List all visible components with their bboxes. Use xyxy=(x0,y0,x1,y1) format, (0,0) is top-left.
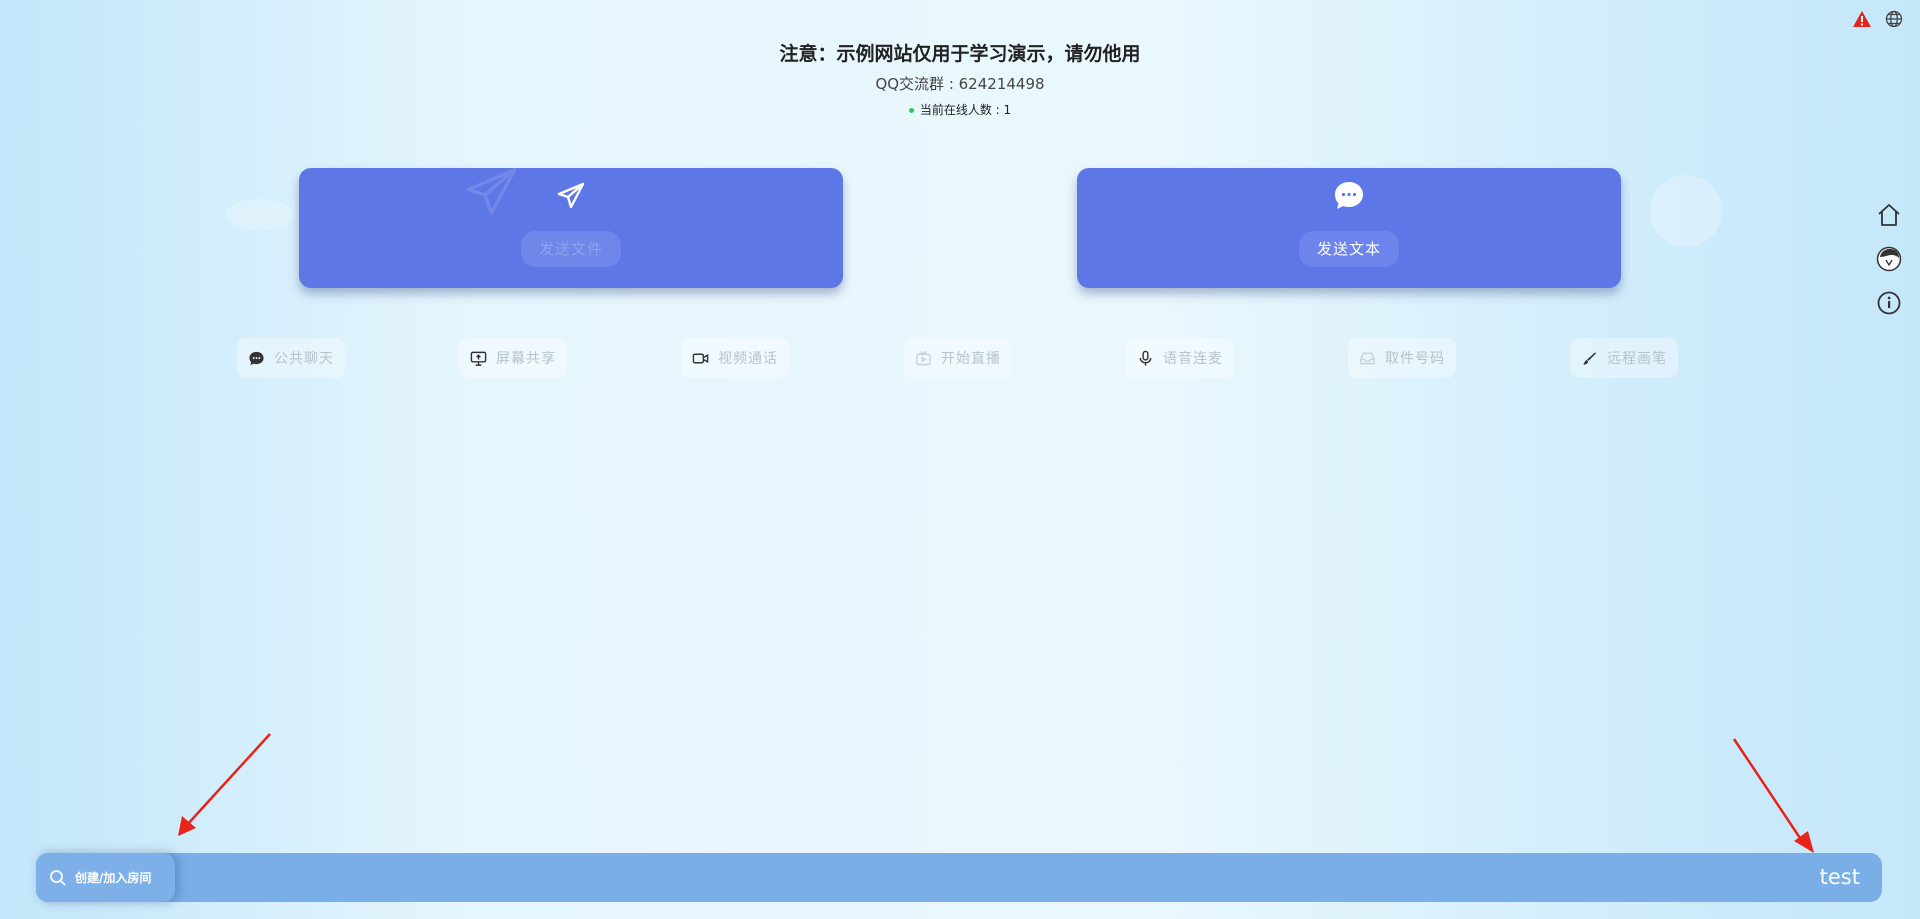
user-avatar-icon[interactable] xyxy=(1876,246,1902,272)
screen-share-label: 屏幕共享 xyxy=(496,351,556,367)
chat-bubble-icon xyxy=(249,351,264,365)
video-camera-icon xyxy=(692,353,709,363)
voice-chat-label: 语音连麦 xyxy=(1163,351,1223,367)
tv-live-icon xyxy=(916,350,931,365)
public-chat-button[interactable]: 公共聊天 xyxy=(237,338,345,378)
pickup-code-label: 取件号码 xyxy=(1385,351,1445,367)
send-file-card[interactable]: 发送文件 xyxy=(299,168,843,288)
start-live-label: 开始直播 xyxy=(941,351,1001,367)
remote-brush-label: 远程画笔 xyxy=(1607,351,1667,367)
pickup-code-button[interactable]: 取件号码 xyxy=(1348,338,1456,378)
voice-chat-button[interactable]: 语音连麦 xyxy=(1126,338,1234,378)
decorative-ghost-circle xyxy=(1650,175,1722,247)
annotation-arrow-left xyxy=(178,733,271,836)
screen-share-button[interactable]: 屏幕共享 xyxy=(459,338,567,378)
decorative-ghost-icon xyxy=(226,199,294,231)
warning-icon[interactable] xyxy=(1852,9,1872,29)
annotation-arrow-right xyxy=(1732,738,1814,853)
online-count-text: 当前在线人数 : 1 xyxy=(919,103,1012,117)
create-join-room-button[interactable]: 创建/加入房间 xyxy=(36,853,175,902)
search-icon xyxy=(50,869,66,886)
feature-toolbar: 公共聊天 屏幕共享 视频通话 开始直播 语音连麦 取件号码 远程画笔 xyxy=(0,338,1920,380)
start-live-button[interactable]: 开始直播 xyxy=(904,338,1012,378)
send-text-card[interactable]: 发送文本 xyxy=(1077,168,1621,288)
online-dot xyxy=(908,107,914,113)
globe-icon[interactable] xyxy=(1884,9,1904,29)
inbox-icon xyxy=(1360,352,1375,364)
screen-share-icon xyxy=(470,351,487,366)
home-icon[interactable] xyxy=(1876,202,1902,228)
microphone-icon xyxy=(1139,350,1152,366)
side-nav xyxy=(1876,202,1902,316)
send-text-button[interactable]: 发送文本 xyxy=(1298,231,1400,267)
brush-icon xyxy=(1583,351,1597,365)
paper-plane-icon xyxy=(557,182,585,209)
notice-title: 注意：示例网站仅用于学习演示，请勿他用 xyxy=(779,43,1141,65)
info-icon[interactable] xyxy=(1876,290,1902,316)
create-join-room-label: 创建/加入房间 xyxy=(75,871,152,885)
send-file-button[interactable]: 发送文件 xyxy=(520,231,622,267)
header: 注意：示例网站仅用于学习演示，请勿他用 QQ交流群 : 624214498 当前… xyxy=(0,40,1920,118)
online-status: 当前在线人数 : 1 xyxy=(0,102,1920,118)
ghost-paper-plane-icon xyxy=(466,168,517,215)
public-chat-label: 公共聊天 xyxy=(274,351,334,367)
video-call-button[interactable]: 视频通话 xyxy=(681,338,789,378)
top-right-icons xyxy=(1852,9,1904,29)
room-name: test xyxy=(1819,865,1860,889)
room-bar xyxy=(36,853,1882,902)
qq-group-text: QQ交流群 : 624214498 xyxy=(875,75,1045,93)
video-call-label: 视频通话 xyxy=(718,351,778,367)
chat-bubble-icon xyxy=(1335,182,1363,209)
remote-brush-button[interactable]: 远程画笔 xyxy=(1570,338,1678,378)
